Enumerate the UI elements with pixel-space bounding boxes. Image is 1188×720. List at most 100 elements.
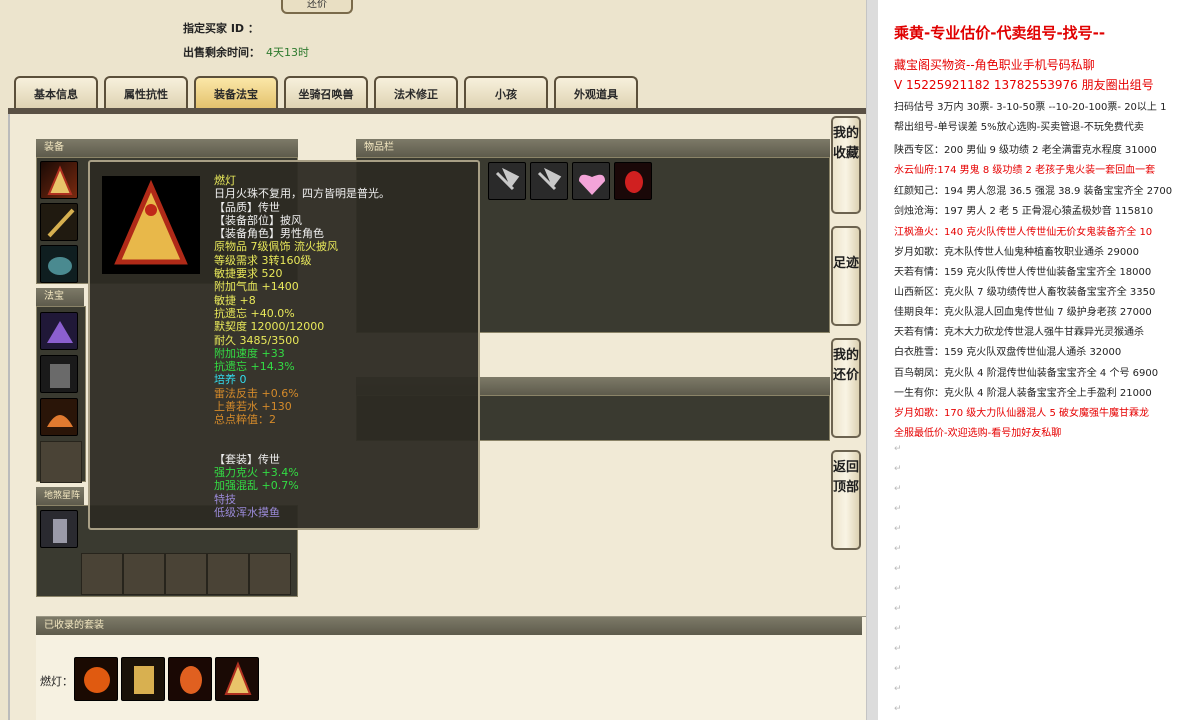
tooltip-line: 加强混乱 +0.7% (214, 479, 299, 493)
return-mark-icon: ↵ (894, 564, 902, 574)
notes-line: 陕西专区：200 男仙 9 级功绩 2 老全满雷克水程度 31000 (894, 145, 1157, 156)
notes-panel: 乘黄-专业估价-代卖组号-找号-- 藏宝阁买物资--角色职业手机号码私聊 V 15… (878, 0, 1188, 720)
tab-children[interactable]: 小孩 (464, 76, 548, 110)
collected-sets-panel: 已收录的套装 燃灯： (36, 616, 866, 720)
tooltip-line: 燃灯 (214, 174, 236, 187)
axe-icon (495, 167, 520, 191)
tooltip-line: 低级浑水摸鱼 (214, 505, 280, 519)
dishaxing-empty-slot[interactable] (207, 553, 249, 595)
equip-slot-weapon[interactable] (40, 203, 78, 241)
armor-icon (48, 257, 72, 275)
equip-slot-cloak[interactable] (40, 161, 78, 199)
tooltip-line: 雷法反击 +0.6% (214, 386, 299, 400)
notes-line: V 15225921182 13782553976 朋友圈出组号 (894, 78, 1154, 92)
dishaxing-empty-slot[interactable] (123, 553, 165, 595)
tab-spell-correction[interactable]: 法术修正 (374, 76, 458, 110)
inventory-slot-orb[interactable] (614, 162, 652, 200)
notes-line: 山西新区：克火队 7 级功绩传世人畜牧装备宝宝齐全 3350 (894, 287, 1156, 298)
vertical-scrollbar[interactable] (866, 0, 878, 720)
fabao-slot-1[interactable] (40, 312, 78, 350)
inventory-panel-header: 物品栏 (356, 139, 830, 157)
tooltip-line: 抗遗忘 +14.3% (214, 360, 295, 374)
tooltip-line: 原物品 7级佩饰 流火披风 (214, 240, 338, 254)
cbg-item-page: 还价 指定买家 ID ： 出售剩余时间： 4天13时 基本信息 属性抗性 装备法宝… (0, 0, 866, 720)
heart-gem-icon (579, 174, 605, 195)
notes-line: 红颜知己：194 男人忽混 36.5 强混 38.9 装备宝宝齐全 2700 (894, 186, 1173, 197)
notes-line: 扫码估号 3万内 30票- 3-10-50票 --10-20-100票- 20以… (894, 102, 1167, 113)
fabao-empty-slot[interactable] (40, 441, 82, 483)
remaining-time-value: 4天13时 (266, 46, 309, 59)
tab-mounts-pets[interactable]: 坐骑召唤兽 (284, 76, 368, 110)
red-orb-icon (625, 171, 643, 193)
inventory-slot-heart[interactable] (572, 162, 610, 200)
tab-appearance[interactable]: 外观道具 (554, 76, 638, 110)
fabao-panel-header: 法宝 (36, 288, 84, 306)
lantern-cloak-icon (224, 661, 252, 695)
return-mark-icon: ↵ (894, 524, 902, 534)
dishaxing-panel-header: 地煞星阵 (36, 487, 84, 505)
tooltip-line: 特技 (214, 492, 236, 506)
tablet-icon (50, 364, 70, 388)
tooltip-line: 【品质】传世 (214, 200, 280, 214)
notes-line: 天若有情：159 克火队传世人传世仙装备宝宝齐全 18000 (894, 267, 1152, 278)
inventory-slot-axe[interactable] (488, 162, 526, 200)
tooltip-line (214, 427, 474, 440)
history-button[interactable]: 足迹 (831, 226, 861, 326)
buyer-id-label: 指定买家 ID ： (183, 22, 259, 35)
notes-line: 天若有情：克木大力砍龙传世混人强牛甘霖异光灵猴通杀 (894, 327, 1144, 338)
tooltip-text: 燃灯 日月火珠不复用，四方皆明是普光。 【品质】传世 【装备部位】披风 【装备角色】男性… (214, 174, 474, 519)
return-mark-icon: ↵ (894, 504, 902, 514)
dishaxing-empty-slot[interactable] (249, 553, 291, 595)
fabao-slot-3[interactable] (40, 398, 78, 436)
tooltip-line: 【装备角色】男性角色 (214, 227, 324, 241)
tab-attributes[interactable]: 属性抗性 (104, 76, 188, 110)
return-mark-icon: ↵ (894, 464, 902, 474)
bid-button[interactable]: 还价 (281, 0, 353, 14)
tooltip-line: 上善若水 +130 (214, 400, 292, 414)
fabao-slot-2[interactable] (40, 355, 78, 393)
notes-line: 江枫渔火：140 克火队传世人传世仙无价女鬼装备齐全 10 (894, 227, 1153, 238)
tooltip-line: 等级需求 3转160级 (214, 253, 312, 267)
favorites-button[interactable]: 我的收藏 (831, 116, 861, 214)
armor-icon (134, 666, 154, 694)
set-item-3[interactable] (168, 657, 212, 701)
tooltip-line: 【装备部位】披风 (214, 213, 302, 227)
notes-line: 水云仙府:174 男鬼 8 级功绩 2 老孩子鬼火装一套回血一套 (894, 165, 1156, 176)
notes-line: 佳期良年：克火队混人回血鬼传世仙 7 级护身老孩 27000 (894, 307, 1152, 318)
set-item-4[interactable] (215, 657, 259, 701)
dishaxing-slot-1[interactable] (40, 510, 78, 548)
flame-icon (84, 667, 110, 693)
tooltip-line: 【套装】传世 (214, 452, 280, 466)
lantern-cloak-icon (114, 179, 188, 265)
equip-slot-armor[interactable] (40, 245, 78, 283)
back-to-top-button[interactable]: 返回顶部 (831, 450, 861, 550)
chess-piece-icon (53, 519, 67, 543)
tooltip-line: 日月火珠不复用，四方皆明是普光。 (214, 187, 390, 201)
notes-line: 藏宝阁买物资--角色职业手机号码私聊 (894, 58, 1095, 72)
gem-icon (180, 666, 202, 694)
dishaxing-empty-slot[interactable] (81, 553, 123, 595)
dishaxing-empty-slot[interactable] (165, 553, 207, 595)
my-bids-button[interactable]: 我的还价 (831, 338, 861, 438)
remaining-time-label: 出售剩余时间： (183, 46, 260, 59)
return-mark-icon: ↵ (894, 484, 902, 494)
return-mark-icon: ↵ (894, 644, 902, 654)
tooltip-line (214, 440, 474, 453)
wing-icon (47, 321, 73, 343)
set-item-1[interactable] (74, 657, 118, 701)
lantern-cloak-icon (47, 165, 73, 195)
inventory-slot-axe-2[interactable] (530, 162, 568, 200)
dumpling-icon (47, 415, 73, 427)
tooltip-item-image (102, 176, 200, 274)
return-mark-icon: ↵ (894, 544, 902, 554)
set-item-2[interactable] (121, 657, 165, 701)
notes-line: 全服最低价-欢迎选购-看号加好友私聊 (894, 428, 1062, 439)
return-mark-icon: ↵ (894, 624, 902, 634)
tab-equipment[interactable]: 装备法宝 (194, 76, 278, 110)
tab-basic-info[interactable]: 基本信息 (14, 76, 98, 110)
notes-line: 剑烛沧海：197 男人 2 老 5 正骨混心猿孟极妙音 115810 (894, 206, 1154, 217)
return-mark-icon: ↵ (894, 604, 902, 614)
return-mark-icon: ↵ (894, 684, 902, 694)
notes-line: 帮出组号-单号误差 5%放心选购-买卖管退-不玩免费代卖 (894, 122, 1144, 133)
item-tooltip: 燃灯 日月火珠不复用，四方皆明是普光。 【品质】传世 【装备部位】披风 【装备角色】男性… (88, 160, 480, 530)
